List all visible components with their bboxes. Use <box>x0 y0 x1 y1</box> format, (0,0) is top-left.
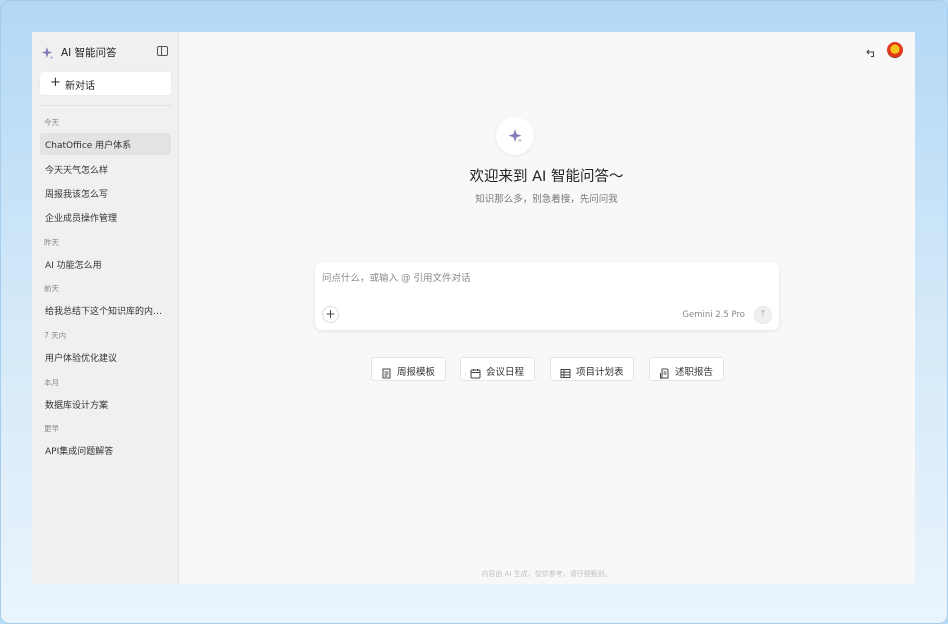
conversation-title: ChatOffice 用户体系 <box>45 141 132 151</box>
quick-action-weekly-report[interactable]: 周报模板 <box>371 357 446 381</box>
quick-action-label: 周报模板 <box>397 367 436 378</box>
group-label-yesterday: 昨天 <box>44 238 59 247</box>
conversation-item[interactable]: 用户体验优化建议 <box>40 346 171 368</box>
sparkle-icon <box>40 45 54 60</box>
group-label-7-days: 7 天内 <box>44 331 67 340</box>
sidebar-header: AI 智能问答 <box>40 44 170 62</box>
welcome-title: 欢迎来到 AI 智能问答～ <box>469 169 624 185</box>
welcome-subtitle: 知识那么多，别急着搜，先问问我 <box>475 194 618 205</box>
conversation-item[interactable]: 企业成员操作管理 <box>40 206 171 228</box>
group-label-today: 今天 <box>44 118 59 127</box>
quick-action-meeting[interactable]: 会议日程 <box>460 357 535 381</box>
conversation-title: 数据库设计方案 <box>45 401 109 411</box>
app-title: AI 智能问答 <box>61 47 117 59</box>
conversation-item[interactable]: AI 功能怎么用 <box>40 253 171 275</box>
group-label-day-before: 前天 <box>44 284 59 293</box>
report-icon <box>659 364 670 379</box>
conversation-item[interactable]: ChatOffice 用户体系 <box>40 133 171 155</box>
conversation-item[interactable]: API集成问题解答 <box>40 439 171 461</box>
quick-action-label: 述职报告 <box>675 367 714 378</box>
user-avatar[interactable] <box>887 42 903 58</box>
disclaimer-text: 内容由 AI 生成，仅供参考，请仔细甄别。 <box>481 570 612 578</box>
attach-button[interactable]: + <box>322 306 339 323</box>
table-icon <box>560 364 571 378</box>
sparkle-icon <box>508 129 522 143</box>
model-selector[interactable]: Gemini 2.5 Pro <box>682 310 745 320</box>
conversation-title: AI 功能怎么用 <box>45 261 102 271</box>
chat-input-placeholder[interactable]: 问点什么，或输入 @ 引用文件对话 <box>322 270 471 284</box>
calendar-icon <box>470 364 481 379</box>
document-icon <box>381 364 392 379</box>
sidebar: AI 智能问答 + 新对话 今天 ChatOffice 用户体系 今天天气怎么样… <box>32 32 179 584</box>
plus-icon: + <box>50 75 61 90</box>
new-chat-label: 新对话 <box>65 81 95 92</box>
conversation-item[interactable]: 给我总结下这个知识库的内容... <box>40 299 171 321</box>
chat-input-box[interactable]: 问点什么，或输入 @ 引用文件对话 + Gemini 2.5 Pro ↑ <box>315 262 779 330</box>
conversation-title: 今天天气怎么样 <box>45 166 109 176</box>
quick-action-label: 会议日程 <box>486 367 525 378</box>
group-label-earlier: 更早 <box>44 424 59 433</box>
new-chat-button[interactable]: + 新对话 <box>40 72 171 95</box>
sidebar-toggle-icon[interactable] <box>157 46 168 56</box>
quick-action-project-plan[interactable]: 项目计划表 <box>550 357 634 381</box>
conversation-title: 企业成员操作管理 <box>45 214 118 224</box>
send-button[interactable]: ↑ <box>754 306 772 324</box>
assistant-logo <box>496 117 534 155</box>
sidebar-divider <box>40 105 171 106</box>
conversation-title: 用户体验优化建议 <box>45 354 118 364</box>
group-label-this-month: 本月 <box>44 378 59 387</box>
conversation-title: 给我总结下这个知识库的内容... <box>45 307 169 317</box>
conversation-title: API集成问题解答 <box>45 447 114 457</box>
quick-action-performance-report[interactable]: 述职报告 <box>649 357 724 381</box>
conversation-title: 周报我该怎么写 <box>45 190 109 200</box>
conversation-item[interactable]: 周报我该怎么写 <box>40 182 171 204</box>
undo-icon[interactable] <box>865 44 877 58</box>
conversation-item[interactable]: 今天天气怎么样 <box>40 158 171 180</box>
quick-action-label: 项目计划表 <box>576 367 624 378</box>
conversation-item[interactable]: 数据库设计方案 <box>40 393 171 415</box>
